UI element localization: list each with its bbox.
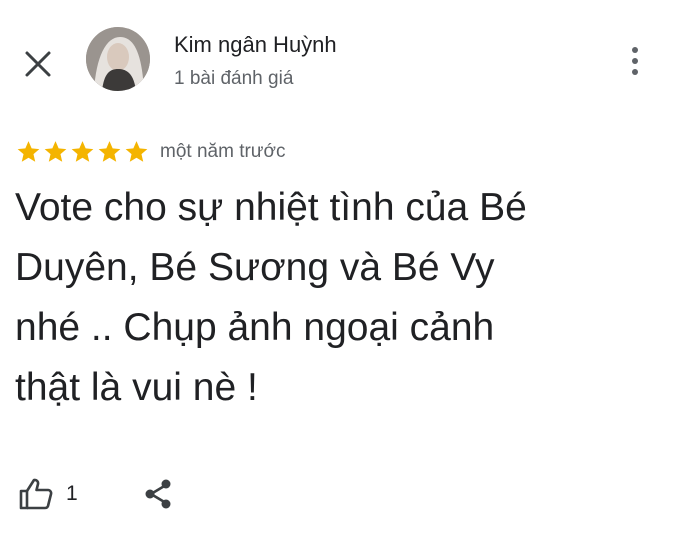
like-button[interactable]: 1 (18, 474, 78, 514)
like-count: 1 (66, 482, 78, 505)
more-options-button[interactable] (614, 40, 656, 82)
user-review-count: 1 bài đánh giá (174, 68, 294, 89)
review-time: một năm trước (160, 141, 286, 162)
more-vert-icon (632, 47, 638, 75)
close-icon (25, 51, 51, 77)
review-text: Vote cho sự nhiệt tình của Bé Duyên, Bé … (15, 186, 527, 409)
user-name[interactable]: Kim ngân Huỳnh (174, 32, 337, 58)
star-icon (98, 141, 121, 162)
close-button[interactable] (18, 44, 58, 84)
thumb-up-icon (19, 478, 53, 510)
star-icon (44, 141, 67, 162)
star-icon (71, 141, 94, 162)
avatar[interactable] (86, 27, 150, 91)
star-icon (125, 141, 148, 162)
avatar-photo (86, 27, 150, 91)
star-rating (15, 139, 150, 165)
share-button[interactable] (138, 474, 178, 514)
rating-row: một năm trước (15, 138, 285, 166)
share-icon (145, 479, 171, 509)
star-icon (17, 141, 40, 162)
